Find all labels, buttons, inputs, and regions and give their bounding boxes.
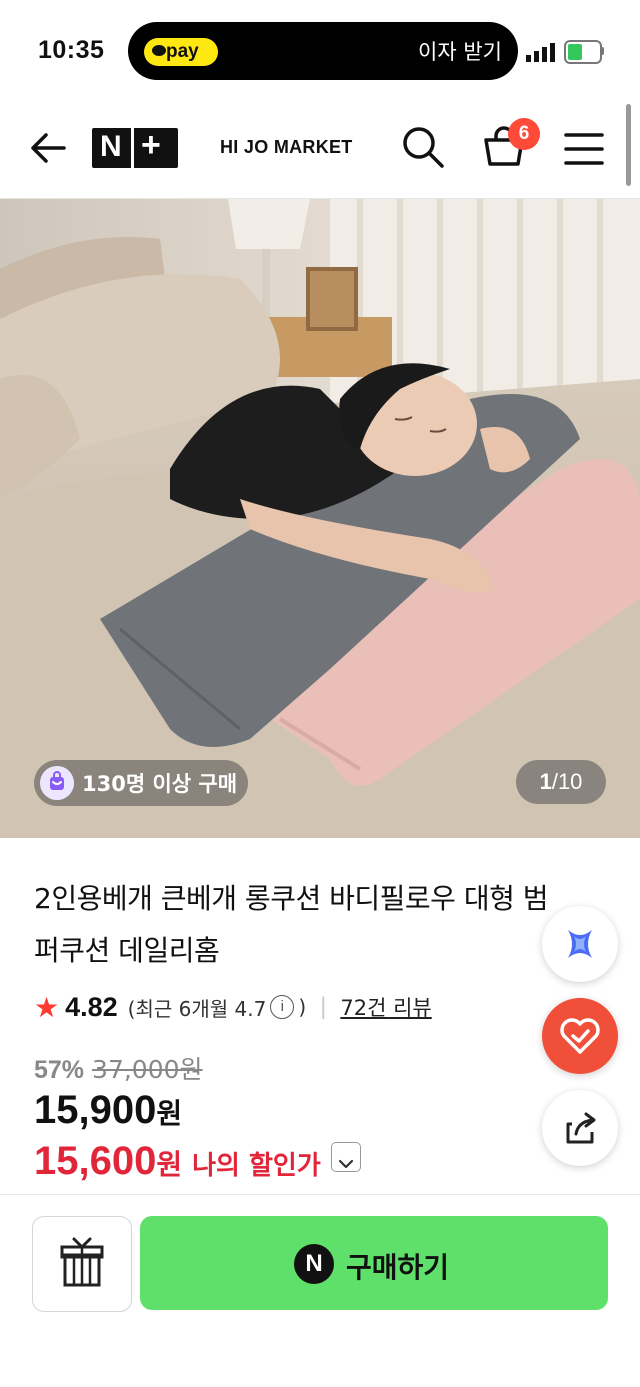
shopping-bag-purple-icon [40, 766, 74, 800]
naver-plus-logo-n: N [100, 130, 122, 163]
sale-price-number: 15,900 [34, 1088, 157, 1132]
battery-level [568, 44, 582, 60]
discount-percent: 57% [34, 1056, 85, 1084]
image-page-counter: 1/10 [516, 760, 606, 804]
gift-icon [60, 1237, 104, 1287]
original-price: 37,000원 [92, 1055, 203, 1084]
gift-button[interactable] [32, 1216, 132, 1312]
search-icon[interactable] [400, 124, 446, 170]
share-icon [566, 1112, 596, 1144]
product-title: 2인용베개 큰베개 롱쿠션 바디필로우 대형 범퍼쿠션 데일리홈 [34, 882, 549, 967]
divider: | [320, 993, 327, 1020]
page-total: /10 [551, 769, 583, 794]
page-current: 1 [539, 769, 552, 794]
buyers-count-text: 130명 이상 구매 [82, 772, 238, 796]
island-text[interactable]: 이자 받기 [418, 36, 502, 66]
back-arrow-icon[interactable] [28, 130, 68, 166]
ai-assistant-button[interactable] [542, 906, 618, 982]
status-time: 10:35 [38, 36, 105, 64]
star-icon: ★ [34, 991, 60, 1023]
store-name[interactable]: HI JO MARKET [220, 137, 353, 158]
review-count-link[interactable]: 72건 리뷰 [340, 992, 431, 1022]
hamburger-menu-icon[interactable] [564, 132, 604, 166]
signal-icon [526, 43, 555, 62]
discount-row: 57% 37,000원 [34, 1050, 203, 1086]
my-price-label: 나의 할인가 [192, 1151, 321, 1181]
info-icon[interactable]: i [270, 995, 295, 1019]
logo-divider [131, 128, 134, 168]
naver-n-icon: N [294, 1244, 334, 1284]
naver-plus-logo-plus: + [141, 126, 161, 164]
rating-row: ★ 4.82 (최근 6개월 4.7 i ) | 72건 리뷰 [34, 987, 432, 1027]
cart-count-badge: 6 [508, 118, 540, 150]
my-price-unit: 원 [156, 1148, 183, 1181]
recent-rating-prefix: (최근 6개월 4.7 [127, 996, 267, 1021]
rating-score: 4.82 [65, 991, 118, 1022]
pay-bubble-icon [152, 45, 166, 56]
sparkle-x-icon [568, 930, 592, 958]
product-photo-illustration [0, 199, 640, 838]
my-price-number: 15,600 [34, 1139, 157, 1183]
share-button[interactable] [542, 1090, 618, 1166]
product-image[interactable] [0, 199, 640, 838]
chevron-down-icon [338, 1159, 353, 1169]
recent-rating-suffix: ) [298, 995, 307, 1019]
wishlist-button[interactable] [542, 998, 618, 1074]
battery-tip [601, 47, 604, 55]
buy-now-label: 구매하기 [346, 1251, 450, 1284]
heart-check-icon [560, 1018, 600, 1054]
expand-price-button[interactable] [330, 1142, 361, 1172]
scrollbar[interactable] [626, 104, 631, 186]
my-discount-price: 15,600 원 나의 할인가 [34, 1138, 361, 1184]
sale-price: 15,900원 [34, 1088, 182, 1133]
sale-price-unit: 원 [156, 1097, 183, 1130]
